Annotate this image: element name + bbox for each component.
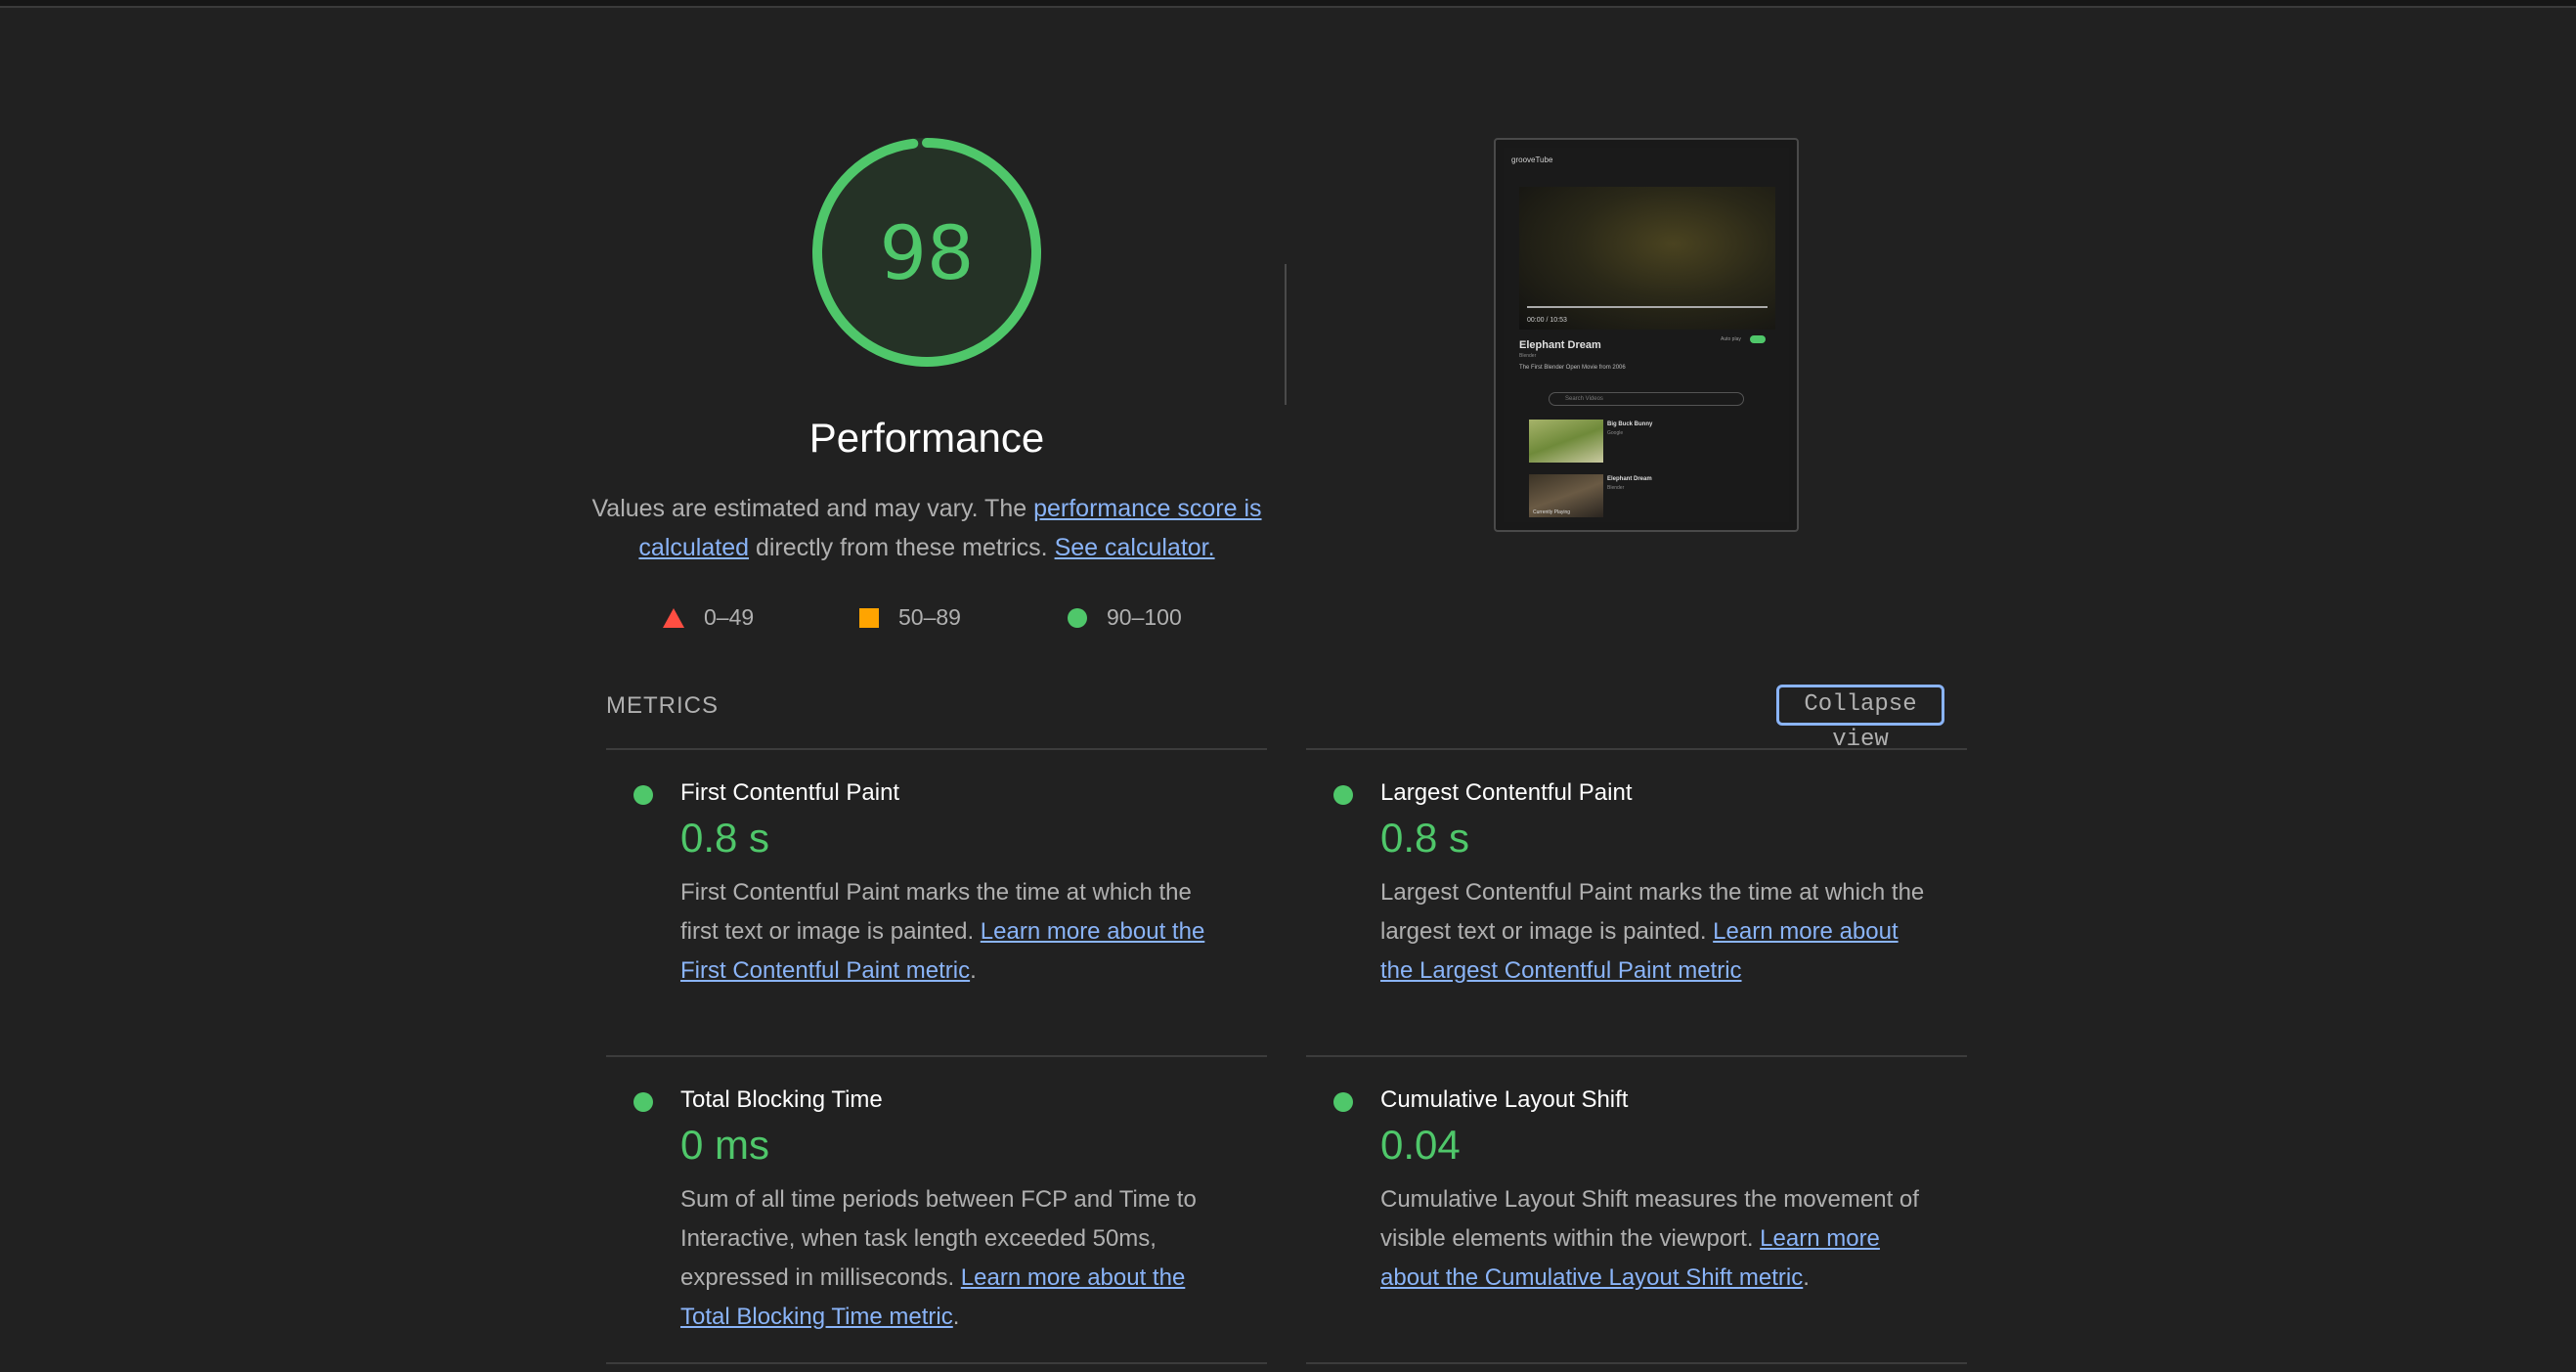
divider	[1306, 1055, 1967, 1057]
divider	[606, 748, 1267, 750]
legend-fail: 0–49	[663, 604, 754, 631]
screenshot-item-author: Google	[1607, 430, 1624, 436]
screenshot-video-sub: Blender	[1519, 353, 1537, 359]
metric-value: 0.8 s	[1380, 815, 1470, 861]
see-calculator-link[interactable]: See calculator.	[1055, 534, 1215, 561]
screenshot-item-author: Blender	[1607, 485, 1625, 491]
divider	[606, 1362, 1267, 1364]
metric-title: Total Blocking Time	[680, 1086, 883, 1113]
screenshot-video-player: 00:00 / 10:53	[1519, 187, 1775, 330]
metric-value: 0 ms	[680, 1122, 770, 1168]
metric-title: Cumulative Layout Shift	[1380, 1086, 1629, 1113]
gauge-description: Values are estimated and may vary. The p…	[585, 489, 1269, 567]
legend-fail-label: 0–49	[704, 604, 755, 630]
pass-indicator-icon	[1333, 785, 1353, 805]
metric-desc-tail: .	[952, 1304, 960, 1330]
screenshot-item-thumbnail	[1529, 420, 1603, 463]
collapse-view-button[interactable]: Collapse view	[1776, 685, 1944, 753]
metric-description: Sum of all time periods between FCP and …	[680, 1180, 1228, 1337]
screenshot-video-title: Elephant Dream	[1519, 339, 1601, 351]
legend-average: 50–89	[859, 604, 961, 631]
circle-icon	[1068, 607, 1087, 628]
screenshot-item-caption: Currently Playing	[1533, 509, 1571, 515]
legend-pass: 90–100	[1068, 604, 1182, 631]
screenshot-item-name: Elephant Dream	[1607, 476, 1652, 482]
screenshot-progress-bar	[1527, 306, 1768, 308]
screenshot-brand: grooveTube	[1511, 155, 1553, 164]
triangle-icon	[663, 607, 684, 628]
screenshot-search: Search Videos	[1549, 392, 1744, 406]
performance-gauge[interactable]: 98	[808, 133, 1046, 372]
screenshot-list-item: Elephant Dream Blender Currently Playing	[1529, 474, 1773, 519]
gauge-desc-prefix: Values are estimated and may vary. The	[591, 495, 1034, 522]
metric-value: 0.8 s	[680, 815, 770, 861]
pass-indicator-icon	[633, 785, 653, 805]
pass-indicator-icon	[1333, 1092, 1353, 1112]
square-icon	[859, 607, 879, 628]
gauge-desc-mid: directly from these metrics.	[749, 534, 1055, 561]
divider	[1306, 748, 1967, 750]
screenshot-item-name: Big Buck Bunny	[1607, 421, 1653, 427]
metric-value: 0.04	[1380, 1122, 1461, 1168]
legend-pass-label: 90–100	[1107, 604, 1182, 630]
screenshot-video-desc: The First Blender Open Movie from 2006	[1519, 365, 1626, 371]
metric-desc-tail: .	[1803, 1264, 1810, 1291]
performance-score: 98	[879, 208, 975, 296]
top-border	[0, 0, 2576, 8]
screenshot-autoplay-label: Auto play	[1721, 336, 1741, 342]
divider	[606, 1055, 1267, 1057]
metric-description: Largest Contentful Paint marks the time …	[1380, 873, 1928, 991]
divider	[1306, 1362, 1967, 1364]
metric-description: Cumulative Layout Shift measures the mov…	[1380, 1180, 1928, 1298]
gauge-title: Performance	[808, 415, 1045, 461]
vertical-divider	[1285, 264, 1287, 405]
final-screenshot[interactable]: grooveTube 00:00 / 10:53 Auto play Eleph…	[1494, 138, 1799, 532]
screenshot-page: grooveTube 00:00 / 10:53 Auto play Eleph…	[1504, 148, 1789, 522]
metric-description: First Contentful Paint marks the time at…	[680, 873, 1228, 991]
screenshot-video-time: 00:00 / 10:53	[1527, 317, 1567, 324]
metric-title: Largest Contentful Paint	[1380, 779, 1633, 806]
legend-average-label: 50–89	[898, 604, 961, 630]
screenshot-list-item: Big Buck Bunny Google	[1529, 420, 1773, 465]
metrics-header: METRICS	[606, 692, 719, 719]
metric-title: First Contentful Paint	[680, 779, 900, 806]
screenshot-autoplay-toggle	[1750, 335, 1766, 343]
metric-desc-tail: .	[970, 957, 977, 984]
pass-indicator-icon	[633, 1092, 653, 1112]
